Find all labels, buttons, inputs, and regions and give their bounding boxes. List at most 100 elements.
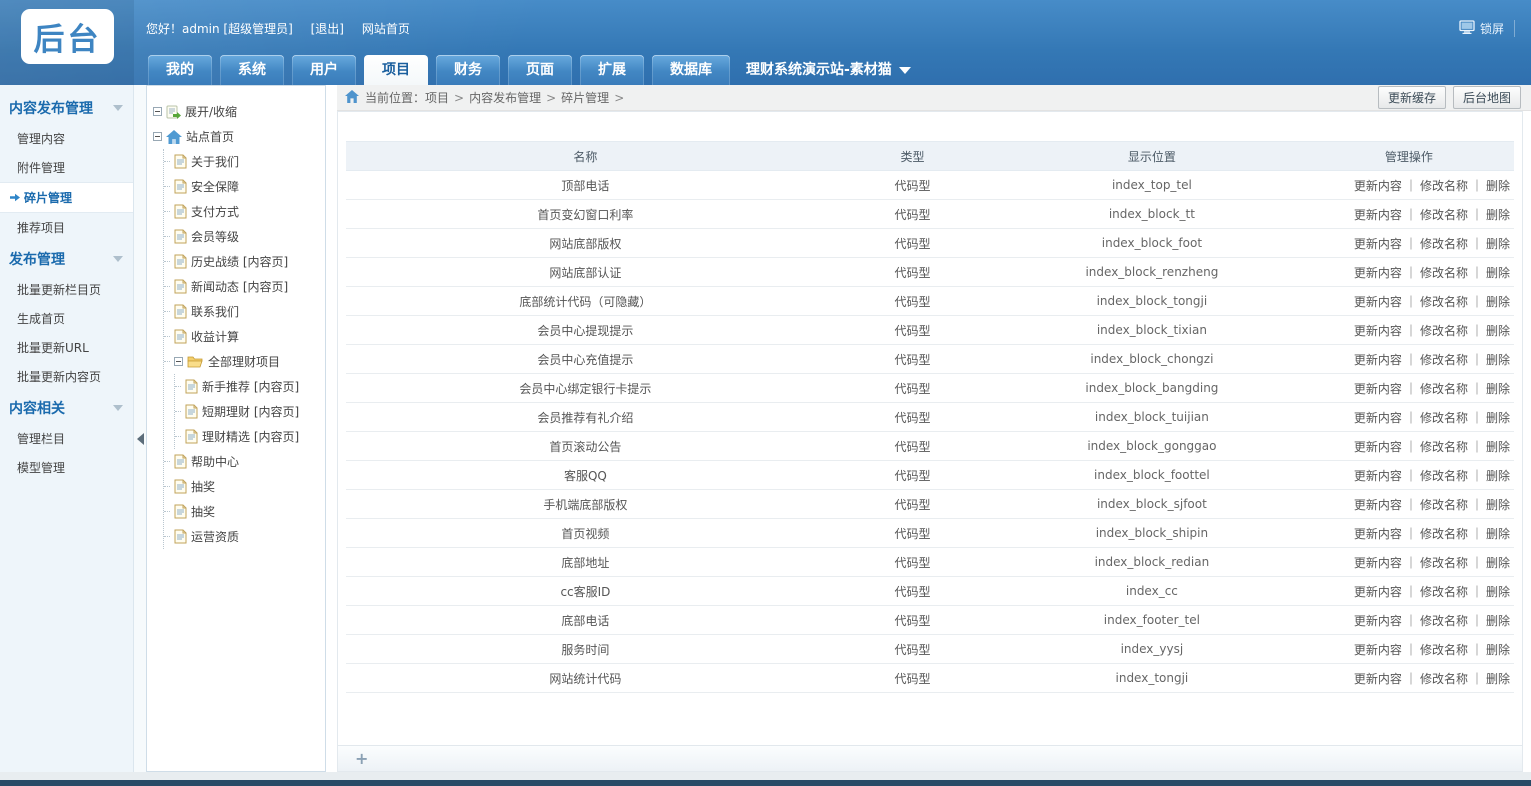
- action-link-更新内容[interactable]: 更新内容: [1354, 527, 1402, 541]
- tree-item-全部理财项目[interactable]: 全部理财项目: [164, 349, 321, 374]
- action-link-删除[interactable]: 删除: [1486, 237, 1510, 251]
- breadcrumb-link-碎片管理[interactable]: 碎片管理: [561, 91, 609, 105]
- action-link-更新内容[interactable]: 更新内容: [1354, 295, 1402, 309]
- sidebar-item-批量更新内容页[interactable]: 批量更新内容页: [0, 362, 133, 391]
- tree-item-站点首页[interactable]: 站点首页: [153, 124, 321, 149]
- action-link-修改名称[interactable]: 修改名称: [1420, 498, 1468, 512]
- lock-screen-button[interactable]: 锁屏: [1459, 20, 1515, 37]
- tab-用户[interactable]: 用户: [292, 55, 356, 85]
- action-link-删除[interactable]: 删除: [1486, 556, 1510, 570]
- action-link-更新内容[interactable]: 更新内容: [1354, 498, 1402, 512]
- sidebar-item-批量更新栏目页[interactable]: 批量更新栏目页: [0, 275, 133, 304]
- action-link-删除[interactable]: 删除: [1486, 527, 1510, 541]
- tree-item-新闻动态 [内容页][interactable]: 新闻动态 [内容页]: [164, 274, 321, 299]
- breadcrumb-link-内容发布管理[interactable]: 内容发布管理: [469, 91, 541, 105]
- sidebar-item-推荐项目[interactable]: 推荐项目: [0, 213, 133, 242]
- action-link-删除[interactable]: 删除: [1486, 614, 1510, 628]
- tree-item-关于我们[interactable]: 关于我们: [164, 149, 321, 174]
- sidebar-section-内容相关[interactable]: 内容相关: [0, 391, 133, 424]
- action-link-修改名称[interactable]: 修改名称: [1420, 527, 1468, 541]
- action-link-更新内容[interactable]: 更新内容: [1354, 440, 1402, 454]
- action-link-修改名称[interactable]: 修改名称: [1420, 556, 1468, 570]
- tree-item-短期理财 [内容页][interactable]: 短期理财 [内容页]: [175, 399, 321, 424]
- toolbar-button-更新缓存[interactable]: 更新缓存: [1378, 86, 1446, 109]
- action-link-更新内容[interactable]: 更新内容: [1354, 614, 1402, 628]
- sidebar-section-内容发布管理[interactable]: 内容发布管理: [0, 91, 133, 124]
- toolbar-button-后台地图[interactable]: 后台地图: [1453, 86, 1521, 109]
- tree-item-历史战绩 [内容页][interactable]: 历史战绩 [内容页]: [164, 249, 321, 274]
- action-link-删除[interactable]: 删除: [1486, 266, 1510, 280]
- action-link-删除[interactable]: 删除: [1486, 208, 1510, 222]
- action-link-更新内容[interactable]: 更新内容: [1354, 469, 1402, 483]
- action-link-修改名称[interactable]: 修改名称: [1420, 643, 1468, 657]
- action-link-更新内容[interactable]: 更新内容: [1354, 353, 1402, 367]
- breadcrumb-link-项目[interactable]: 项目: [425, 91, 449, 105]
- action-link-修改名称[interactable]: 修改名称: [1420, 585, 1468, 599]
- action-link-删除[interactable]: 删除: [1486, 179, 1510, 193]
- action-link-更新内容[interactable]: 更新内容: [1354, 266, 1402, 280]
- action-link-删除[interactable]: 删除: [1486, 382, 1510, 396]
- action-link-更新内容[interactable]: 更新内容: [1354, 643, 1402, 657]
- action-link-删除[interactable]: 删除: [1486, 498, 1510, 512]
- action-link-修改名称[interactable]: 修改名称: [1420, 237, 1468, 251]
- action-link-更新内容[interactable]: 更新内容: [1354, 324, 1402, 338]
- add-fragment-button[interactable]: +: [355, 751, 368, 767]
- action-link-更新内容[interactable]: 更新内容: [1354, 585, 1402, 599]
- action-link-删除[interactable]: 删除: [1486, 672, 1510, 686]
- tree-item-会员等级[interactable]: 会员等级: [164, 224, 321, 249]
- tree-item-新手推荐 [内容页][interactable]: 新手推荐 [内容页]: [175, 374, 321, 399]
- tree-item-运营资质[interactable]: 运营资质: [164, 524, 321, 549]
- action-link-修改名称[interactable]: 修改名称: [1420, 382, 1468, 396]
- tab-扩展[interactable]: 扩展: [580, 55, 644, 85]
- tree-item-展开/收缩[interactable]: 展开/收缩: [153, 99, 321, 124]
- tree-item-支付方式[interactable]: 支付方式: [164, 199, 321, 224]
- site-home-link[interactable]: 网站首页: [362, 22, 410, 36]
- tab-我的[interactable]: 我的: [148, 55, 212, 85]
- collapse-toggle-icon[interactable]: [153, 107, 162, 116]
- action-link-删除[interactable]: 删除: [1486, 324, 1510, 338]
- action-link-更新内容[interactable]: 更新内容: [1354, 382, 1402, 396]
- tab-数据库[interactable]: 数据库: [652, 55, 730, 85]
- sidebar-section-发布管理[interactable]: 发布管理: [0, 242, 133, 275]
- collapse-toggle-icon[interactable]: [153, 132, 162, 141]
- tree-item-收益计算[interactable]: 收益计算: [164, 324, 321, 349]
- action-link-修改名称[interactable]: 修改名称: [1420, 353, 1468, 367]
- logout-link[interactable]: [退出]: [311, 22, 344, 36]
- action-link-删除[interactable]: 删除: [1486, 411, 1510, 425]
- site-selector[interactable]: 理财系统演示站-素材猫: [746, 55, 911, 85]
- sidebar-item-模型管理[interactable]: 模型管理: [0, 453, 133, 482]
- action-link-修改名称[interactable]: 修改名称: [1420, 179, 1468, 193]
- action-link-修改名称[interactable]: 修改名称: [1420, 295, 1468, 309]
- action-link-修改名称[interactable]: 修改名称: [1420, 266, 1468, 280]
- tab-页面[interactable]: 页面: [508, 55, 572, 85]
- action-link-删除[interactable]: 删除: [1486, 469, 1510, 483]
- sidebar-item-附件管理[interactable]: 附件管理: [0, 153, 133, 182]
- action-link-更新内容[interactable]: 更新内容: [1354, 672, 1402, 686]
- tab-项目[interactable]: 项目: [364, 55, 428, 85]
- tree-item-抽奖[interactable]: 抽奖: [164, 474, 321, 499]
- action-link-更新内容[interactable]: 更新内容: [1354, 237, 1402, 251]
- action-link-删除[interactable]: 删除: [1486, 643, 1510, 657]
- action-link-更新内容[interactable]: 更新内容: [1354, 411, 1402, 425]
- sidebar-item-生成首页[interactable]: 生成首页: [0, 304, 133, 333]
- action-link-更新内容[interactable]: 更新内容: [1354, 208, 1402, 222]
- action-link-修改名称[interactable]: 修改名称: [1420, 208, 1468, 222]
- action-link-修改名称[interactable]: 修改名称: [1420, 411, 1468, 425]
- collapse-panel-arrow-icon[interactable]: [137, 433, 144, 445]
- sidebar-item-管理栏目[interactable]: 管理栏目: [0, 424, 133, 453]
- action-link-修改名称[interactable]: 修改名称: [1420, 614, 1468, 628]
- tree-item-联系我们[interactable]: 联系我们: [164, 299, 321, 324]
- action-link-修改名称[interactable]: 修改名称: [1420, 672, 1468, 686]
- collapse-toggle-icon[interactable]: [174, 357, 183, 366]
- action-link-删除[interactable]: 删除: [1486, 585, 1510, 599]
- action-link-修改名称[interactable]: 修改名称: [1420, 469, 1468, 483]
- action-link-删除[interactable]: 删除: [1486, 440, 1510, 454]
- action-link-删除[interactable]: 删除: [1486, 295, 1510, 309]
- action-link-更新内容[interactable]: 更新内容: [1354, 556, 1402, 570]
- action-link-更新内容[interactable]: 更新内容: [1354, 179, 1402, 193]
- action-link-删除[interactable]: 删除: [1486, 353, 1510, 367]
- tree-item-安全保障[interactable]: 安全保障: [164, 174, 321, 199]
- tab-系统[interactable]: 系统: [220, 55, 284, 85]
- tab-财务[interactable]: 财务: [436, 55, 500, 85]
- tree-item-抽奖[interactable]: 抽奖: [164, 499, 321, 524]
